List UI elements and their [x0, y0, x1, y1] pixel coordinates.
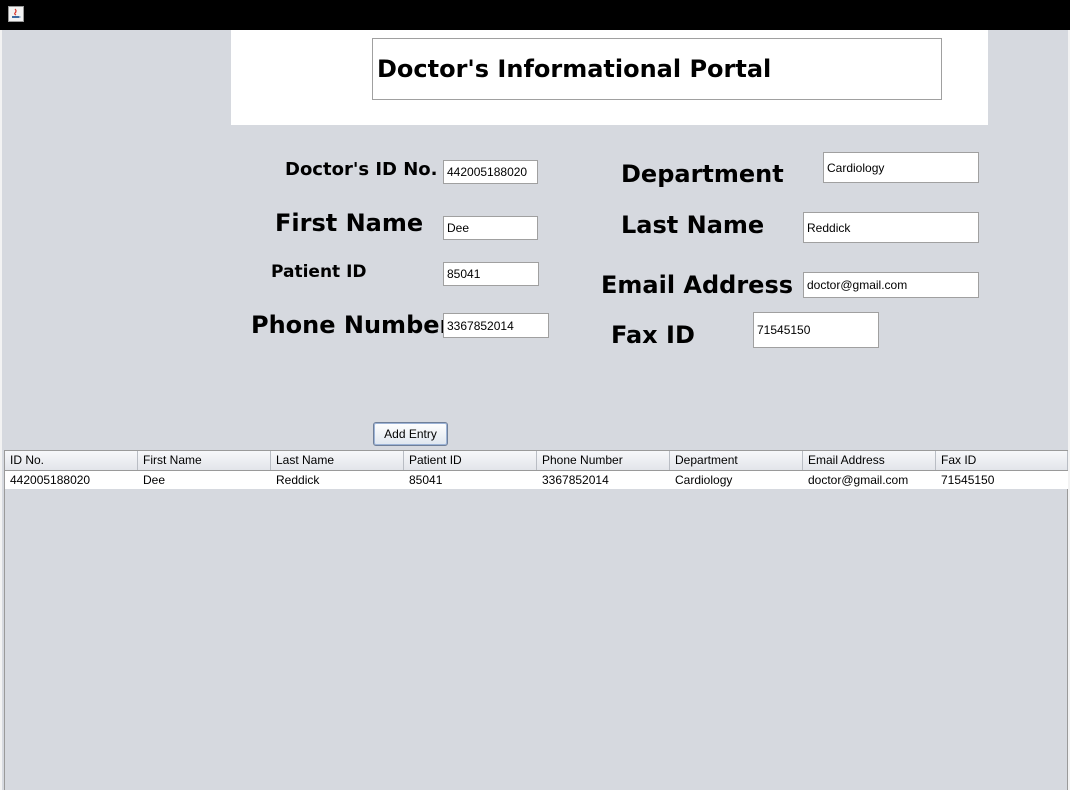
first-name-field[interactable]	[443, 216, 538, 240]
entries-table[interactable]: ID No. First Name Last Name Patient ID P…	[4, 450, 1068, 790]
add-entry-button[interactable]: Add Entry	[373, 422, 448, 446]
doctor-id-field[interactable]	[443, 160, 538, 184]
window-frame-left	[0, 30, 2, 790]
window-title-bar	[0, 0, 1070, 30]
first-name-label: First Name	[275, 209, 424, 237]
cell-department[interactable]: Cardiology	[670, 471, 803, 489]
java-app-icon	[8, 6, 24, 22]
cell-email-address[interactable]: doctor@gmail.com	[803, 471, 936, 489]
column-header-id-no[interactable]: ID No.	[5, 451, 138, 470]
email-address-label: Email Address	[601, 271, 794, 299]
email-address-field[interactable]	[803, 272, 979, 298]
cell-phone-number[interactable]: 3367852014	[537, 471, 670, 489]
cell-last-name[interactable]: Reddick	[271, 471, 404, 489]
patient-id-label: Patient ID	[271, 262, 367, 282]
fax-id-label: Fax ID	[611, 321, 695, 349]
cell-fax-id[interactable]: 71545150	[936, 471, 1068, 489]
doctor-id-label: Doctor's ID No.	[285, 159, 438, 180]
phone-number-label: Phone Number	[251, 311, 452, 339]
column-header-phone-number[interactable]: Phone Number	[537, 451, 670, 470]
cell-id-no[interactable]: 442005188020	[5, 471, 138, 489]
column-header-department[interactable]: Department	[670, 451, 803, 470]
title-box: Doctor's Informational Portal	[372, 38, 942, 100]
column-header-last-name[interactable]: Last Name	[271, 451, 404, 470]
phone-number-field[interactable]	[443, 313, 549, 338]
fax-id-field[interactable]	[753, 312, 879, 348]
table-row[interactable]: 442005188020 Dee Reddick 85041 336785201…	[5, 471, 1068, 489]
cell-patient-id[interactable]: 85041	[404, 471, 537, 489]
column-header-first-name[interactable]: First Name	[138, 451, 271, 470]
column-header-patient-id[interactable]: Patient ID	[404, 451, 537, 470]
last-name-label: Last Name	[621, 211, 765, 239]
table-header: ID No. First Name Last Name Patient ID P…	[5, 451, 1068, 471]
department-label: Department	[621, 160, 784, 188]
department-field[interactable]	[823, 152, 979, 183]
column-header-fax-id[interactable]: Fax ID	[936, 451, 1068, 470]
patient-id-field[interactable]	[443, 262, 539, 286]
column-header-email-address[interactable]: Email Address	[803, 451, 936, 470]
last-name-field[interactable]	[803, 212, 979, 243]
cell-first-name[interactable]: Dee	[138, 471, 271, 489]
page-title: Doctor's Informational Portal	[377, 55, 772, 83]
